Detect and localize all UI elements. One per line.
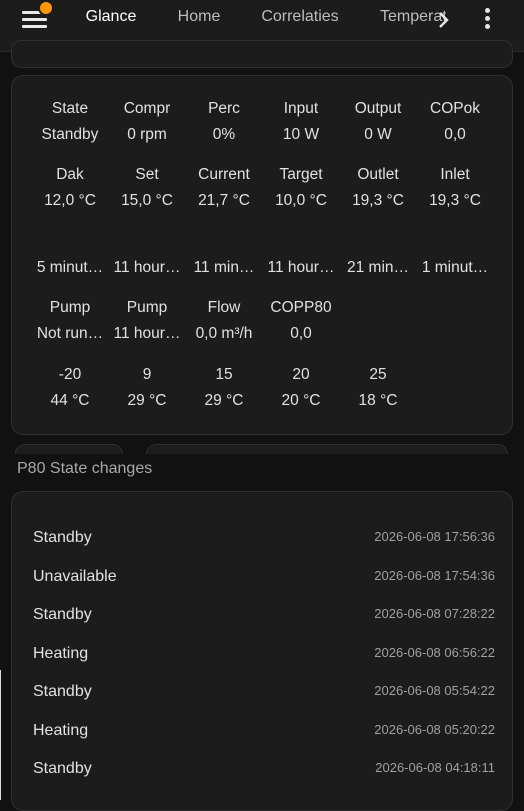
state-change-row: Heating 2026-06-08 05:20:22 (33, 714, 495, 752)
hidden-card-right (146, 444, 508, 454)
state-label: Heating (33, 644, 89, 662)
state-changes-title: P80 State changes (17, 460, 153, 477)
glance-cell[interactable]: Compr (107, 96, 187, 122)
state-timestamp: 2026-06-08 05:54:22 (374, 683, 495, 698)
glance-cell[interactable]: Input (261, 96, 341, 122)
state-change-row: Standby 2026-06-08 05:54:22 (33, 675, 495, 713)
glance-cell[interactable]: Inlet (415, 162, 495, 188)
state-label: Unavailable (33, 567, 117, 585)
kebab-menu-icon[interactable] (478, 6, 498, 32)
glance-cell[interactable]: Outlet (338, 162, 418, 188)
glance-cell[interactable]: 10 W (261, 122, 341, 148)
state-timestamp: 2026-06-08 04:18:11 (375, 760, 495, 775)
glance-cell[interactable]: 11 min… (184, 255, 264, 281)
state-timestamp: 2026-06-08 17:54:36 (374, 567, 495, 583)
glance-cell[interactable]: 9 (107, 362, 187, 388)
state-change-row: Heating 2026-06-08 06:56:22 (33, 637, 495, 675)
previous-card (11, 40, 513, 68)
state-change-row: Standby 2026-06-08 17:56:36 (33, 521, 495, 559)
glance-cell[interactable]: 15 (184, 362, 264, 388)
glance-cell[interactable]: 12,0 °C (30, 188, 110, 214)
glance-cell[interactable]: COPok (415, 96, 495, 122)
glance-cell[interactable]: 19,3 °C (338, 188, 418, 214)
glance-cell[interactable]: 0,0 (415, 122, 495, 148)
state-label: Standby (33, 683, 92, 700)
glance-cell[interactable]: Not run… (30, 321, 110, 347)
glance-cell[interactable]: State (30, 96, 110, 122)
glance-cell[interactable]: 19,3 °C (415, 188, 495, 214)
state-change-row: Standby 2026-06-08 07:28:22 (33, 598, 495, 636)
state-label: Heating (33, 721, 89, 739)
glance-cell[interactable]: 10,0 °C (261, 188, 341, 214)
state-label: Standby (33, 606, 92, 623)
glance-cell[interactable]: Target (261, 162, 341, 188)
glance-cell[interactable]: Flow (184, 295, 264, 321)
glance-cell[interactable]: 44 °C (30, 388, 110, 414)
state-changes-card: Standby 2026-06-08 17:56:36 Unavailable 202… (11, 491, 513, 811)
state-timestamp: 2026-06-08 05:20:22 (374, 721, 495, 737)
glance-cell[interactable]: Perc (184, 96, 264, 122)
glance-cell[interactable]: 0% (184, 122, 264, 148)
glance-cell[interactable]: 29 °C (184, 388, 264, 414)
glance-cell[interactable]: 0,0 (261, 321, 341, 347)
glance-cell[interactable]: 15,0 °C (107, 188, 187, 214)
glance-cell[interactable]: 25 (338, 362, 418, 388)
glance-cell[interactable]: 0 rpm (107, 122, 187, 148)
glance-cell[interactable]: Standby (30, 122, 110, 148)
glance-cell[interactable]: 18 °C (338, 388, 418, 414)
glance-cell[interactable]: 11 hour… (107, 255, 187, 281)
glance-card: State Compr Perc Input Output COPok Standby 0 r… (11, 75, 513, 435)
glance-cell[interactable]: Set (107, 162, 187, 188)
state-change-row: Standby 2026-06-08 04:18:11 (33, 752, 495, 790)
glance-cell[interactable]: 1 minut… (415, 255, 495, 281)
state-timestamp: 2026-06-08 17:56:36 (374, 529, 495, 544)
notification-badge (38, 0, 54, 16)
glance-cell[interactable]: 29 °C (107, 388, 187, 414)
hidden-card-left (15, 444, 123, 454)
glance-cell[interactable]: 5 minut… (30, 255, 110, 281)
state-label: Standby (33, 760, 92, 777)
chevron-right-icon[interactable] (434, 4, 454, 34)
glance-cell[interactable]: 21,7 °C (184, 188, 264, 214)
state-label: Standby (33, 529, 92, 546)
glance-cell[interactable]: Pump (30, 295, 110, 321)
glance-cell[interactable]: 11 hour… (107, 321, 187, 347)
glance-cell[interactable]: 20 (261, 362, 341, 388)
scroll-edge (0, 670, 1, 800)
glance-cell[interactable]: Dak (30, 162, 110, 188)
glance-cell[interactable]: COPP80 (261, 295, 341, 321)
glance-cell[interactable]: 21 min… (338, 255, 418, 281)
state-change-row: Unavailable 2026-06-08 17:54:36 (33, 560, 495, 598)
state-timestamp: 2026-06-08 06:56:22 (374, 644, 495, 660)
glance-cell[interactable]: -20 (30, 362, 110, 388)
glance-cell[interactable]: 0 W (338, 122, 418, 148)
glance-cell[interactable]: 20 °C (261, 388, 341, 414)
state-timestamp: 2026-06-08 07:28:22 (374, 606, 495, 621)
glance-cell[interactable]: 11 hour… (261, 255, 341, 281)
glance-cell[interactable]: Current (184, 162, 264, 188)
glance-cell[interactable]: Output (338, 96, 418, 122)
glance-cell[interactable]: Pump (107, 295, 187, 321)
glance-cell[interactable]: 0,0 m³/h (184, 321, 264, 347)
